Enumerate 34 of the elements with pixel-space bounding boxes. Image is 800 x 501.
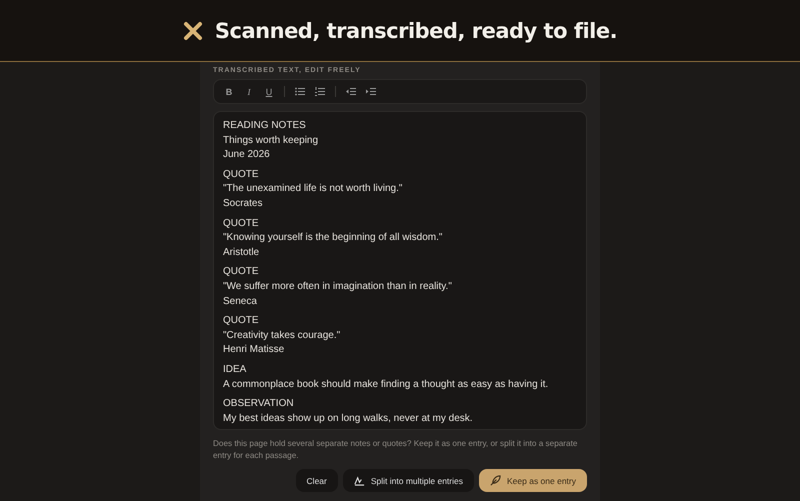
- text-line: A commonplace book should make finding a thought as easy as having it.: [223, 378, 550, 392]
- numbered-list-icon[interactable]: [315, 87, 325, 96]
- text-line: My best ideas show up on long walks, never at my desk.: [223, 412, 474, 426]
- text-line: QUOTE: [223, 216, 260, 231]
- text-line: QUOTE: [223, 314, 260, 328]
- text-line: "Knowing yourself is the beginning of all wisdom.": [223, 231, 444, 246]
- underline-button[interactable]: U: [264, 86, 274, 96]
- text-line: Seneca: [223, 294, 258, 309]
- header-title: Scanned, transcribed, ready to file.: [214, 18, 618, 42]
- text-line: June 2026: [223, 148, 271, 162]
- help-text: Does this page hold several separate notes or quotes? Keep it as one entry, or split it into a separate entry for each passage.: [213, 438, 578, 461]
- text-line: Socrates: [223, 196, 264, 211]
- text-line: READING NOTES: [223, 119, 307, 133]
- text-line: Aristotle: [223, 246, 260, 260]
- text-line: "The unexamined life is not worth living.": [223, 182, 404, 196]
- bold-button[interactable]: B: [224, 86, 234, 96]
- close-icon[interactable]: [182, 20, 203, 40]
- feather-icon: [490, 475, 501, 486]
- italic-button[interactable]: I: [244, 86, 254, 96]
- outdent-icon[interactable]: [346, 87, 356, 96]
- text-line: "We suffer more often in imagination than in reality.": [223, 280, 453, 294]
- keep-button[interactable]: Keep as one entry: [479, 469, 587, 492]
- text-line: IDEA: [223, 362, 248, 377]
- bullet-list-icon[interactable]: [295, 87, 305, 96]
- text-line: "Creativity takes courage.": [223, 328, 342, 343]
- text-line: OBSERVATION: [223, 397, 295, 412]
- text-line: QUOTE: [223, 168, 260, 182]
- signature-icon: [354, 475, 365, 486]
- text-line: Things worth keeping: [223, 134, 320, 148]
- text-line: Henri Matisse: [223, 343, 286, 358]
- text-line: QUOTE: [223, 265, 260, 280]
- split-button[interactable]: Split into multiple entries: [342, 469, 474, 492]
- clear-button[interactable]: Clear: [296, 469, 338, 492]
- indent-icon[interactable]: [366, 87, 376, 96]
